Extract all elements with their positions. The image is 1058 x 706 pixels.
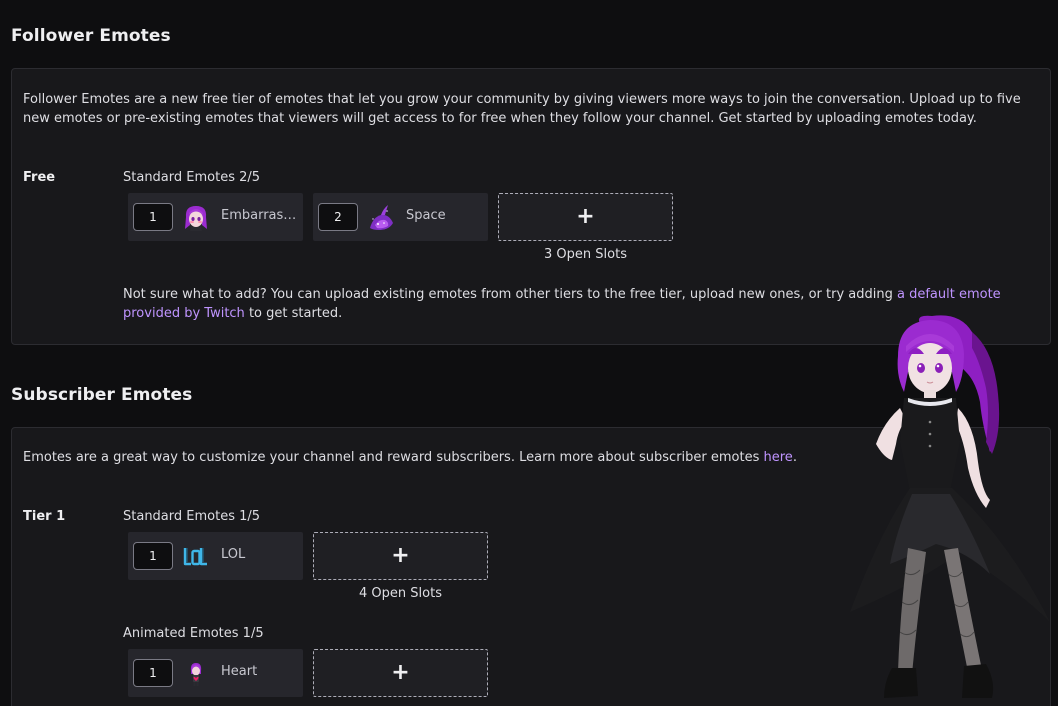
- emote-slot-heart[interactable]: 1 Heart: [128, 649, 303, 697]
- add-emote-button[interactable]: +: [313, 649, 488, 697]
- add-emote-button[interactable]: +: [313, 532, 488, 580]
- emote-name: Space: [406, 208, 446, 223]
- heart-emote-icon: [190, 663, 202, 686]
- subscriber-desc-prefix: Emotes are a great way to customize your…: [23, 450, 760, 465]
- tier-1-label: Tier 1: [23, 509, 66, 524]
- anime-character-overlay: [850, 315, 1050, 698]
- subscriber-desc-suffix: .: [792, 450, 797, 465]
- hint-suffix: to get started.: [248, 306, 343, 321]
- space-emote-icon: [370, 205, 393, 230]
- emote-order-input[interactable]: 1: [133, 659, 173, 687]
- plus-icon: +: [391, 543, 410, 568]
- add-emote-button[interactable]: +: [498, 193, 673, 241]
- plus-icon: +: [576, 204, 595, 229]
- subscriber-emotes-title: Subscriber Emotes: [11, 385, 193, 405]
- tier1-standard-emotes-label: Standard Emotes 1/5: [123, 509, 261, 524]
- open-slots-count: 3 Open Slots: [544, 247, 627, 262]
- open-slots-count: 4 Open Slots: [359, 586, 442, 601]
- emote-order-input[interactable]: 1: [133, 203, 173, 231]
- emote-name: Heart: [221, 664, 258, 679]
- plus-icon: +: [391, 660, 410, 685]
- free-tier-label: Free: [23, 170, 56, 185]
- emote-slot-space[interactable]: 2 Space: [313, 193, 488, 241]
- lol-emote-icon: [183, 548, 207, 566]
- follower-emotes-card: Follower Emotes are a new free tier of e…: [11, 68, 1051, 345]
- emote-order-input[interactable]: 1: [133, 542, 173, 570]
- embarrassed-emote-icon: [185, 206, 207, 231]
- hint-prefix: Not sure what to add? You can upload exi…: [123, 287, 893, 302]
- follower-standard-emotes-label: Standard Emotes 2/5: [123, 170, 261, 185]
- emote-slot-embarrassed[interactable]: 1 Embarrassed: [128, 193, 303, 241]
- follower-emotes-description: Follower Emotes are a new free tier of e…: [23, 92, 1021, 126]
- emote-order-input[interactable]: 2: [318, 203, 358, 231]
- emote-slot-lol[interactable]: 1 LOL: [128, 532, 303, 580]
- emote-name: Embarrassed: [221, 208, 297, 223]
- tier1-animated-emotes-label: Animated Emotes 1/5: [123, 626, 264, 641]
- learn-more-link[interactable]: here: [764, 450, 793, 465]
- emote-name: LOL: [221, 547, 246, 562]
- follower-emotes-title: Follower Emotes: [11, 26, 171, 46]
